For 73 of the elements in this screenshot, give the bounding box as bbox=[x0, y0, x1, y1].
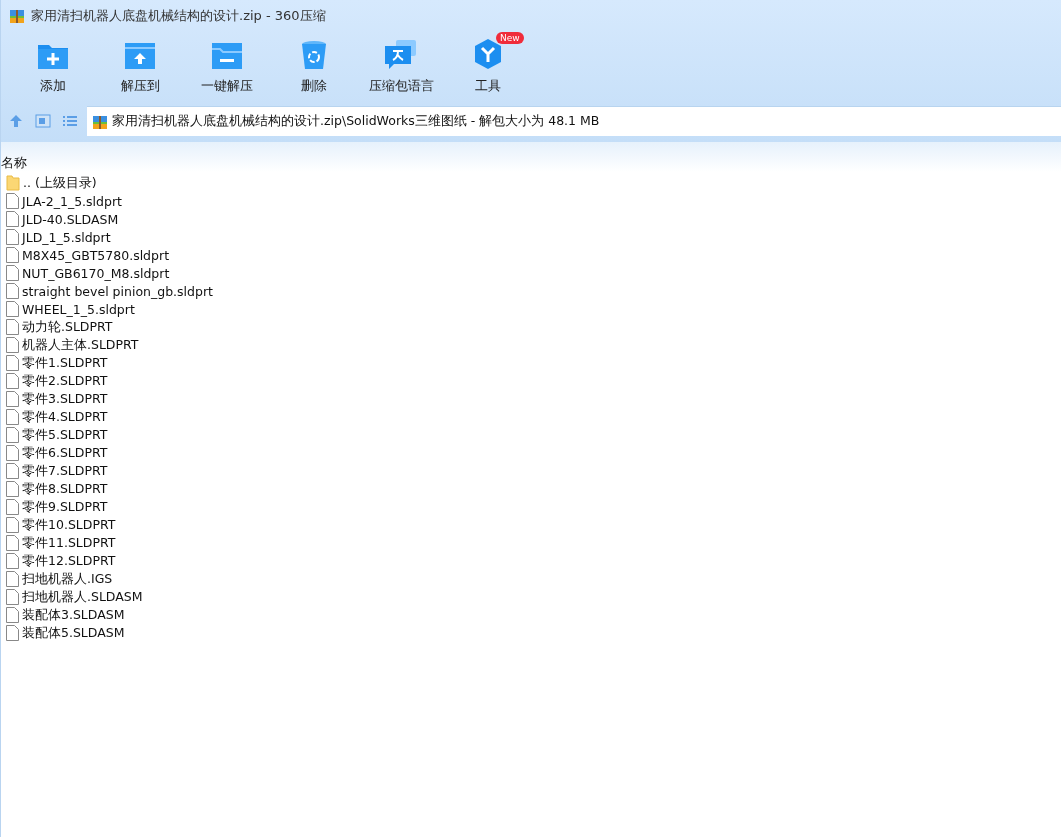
archive-icon bbox=[9, 8, 25, 24]
address-path: 家用清扫机器人底盘机械结构的设计.zip\SolidWorks三维图纸 - 解包大小为 48.1 MB bbox=[112, 113, 600, 130]
file-name[interactable]: 扫地机器人.IGS bbox=[22, 570, 113, 588]
file-icon bbox=[6, 391, 19, 407]
file-icon bbox=[6, 607, 19, 623]
list-view-icon[interactable] bbox=[63, 115, 77, 127]
file-icon bbox=[6, 409, 19, 425]
file-icon bbox=[6, 211, 19, 227]
trash-can-icon bbox=[301, 40, 327, 70]
column-header[interactable]: 名称 bbox=[1, 155, 27, 172]
file-name[interactable]: 零件11.SLDPRT bbox=[22, 534, 116, 552]
file-icon bbox=[6, 589, 19, 605]
file-name[interactable]: .. (上级目录) bbox=[23, 174, 97, 192]
file-icon bbox=[6, 625, 19, 641]
file-icon bbox=[6, 319, 19, 335]
file-name[interactable]: 动力轮.SLDPRT bbox=[22, 318, 113, 336]
file-name[interactable]: 零件5.SLDPRT bbox=[22, 426, 108, 444]
file-name[interactable]: 装配体5.SLDASM bbox=[22, 624, 125, 642]
translate-bubble-icon bbox=[384, 40, 418, 70]
file-name[interactable]: 零件8.SLDPRT bbox=[22, 480, 108, 498]
file-name[interactable]: JLD_1_5.sldprt bbox=[22, 229, 111, 245]
file-name[interactable]: 扫地机器人.SLDASM bbox=[22, 588, 143, 606]
toolbar-button[interactable]: 解压到 bbox=[100, 32, 180, 99]
file-icon bbox=[6, 499, 19, 515]
file-name[interactable]: WHEEL_1_5.sldprt bbox=[22, 301, 135, 317]
file-name[interactable]: 零件6.SLDPRT bbox=[22, 444, 108, 462]
file-icon bbox=[6, 481, 19, 497]
thumbnail-view-icon[interactable] bbox=[35, 114, 51, 128]
file-icon bbox=[6, 571, 19, 587]
file-icon bbox=[6, 463, 19, 479]
new-badge: New bbox=[496, 32, 524, 44]
window-title: 家用清扫机器人底盘机械结构的设计.zip - 360压缩 bbox=[31, 7, 326, 25]
file-name[interactable]: straight bevel pinion_gb.sldprt bbox=[22, 283, 213, 299]
file-name[interactable]: 零件7.SLDPRT bbox=[22, 462, 108, 480]
file-name[interactable]: 零件1.SLDPRT bbox=[22, 354, 108, 372]
file-name[interactable]: 零件4.SLDPRT bbox=[22, 408, 108, 426]
file-name[interactable]: JLD-40.SLDASM bbox=[22, 211, 119, 227]
file-icon bbox=[6, 247, 19, 263]
folder-upload-icon bbox=[124, 42, 156, 70]
toolbar-button[interactable]: 压缩包语言 bbox=[361, 32, 441, 99]
file-name[interactable]: JLA-2_1_5.sldprt bbox=[22, 193, 122, 209]
file-icon bbox=[6, 337, 19, 353]
toolbar-button[interactable]: 一键解压 bbox=[187, 32, 267, 99]
file-icon bbox=[6, 517, 19, 533]
file-icon bbox=[6, 445, 19, 461]
file-name[interactable]: M8X45_GBT5780.sldprt bbox=[22, 247, 170, 263]
folder-plus-icon bbox=[37, 42, 69, 70]
file-icon bbox=[6, 427, 19, 443]
file-name[interactable]: 零件12.SLDPRT bbox=[22, 552, 116, 570]
up-arrow-icon[interactable] bbox=[9, 114, 23, 128]
folder-minus-icon bbox=[211, 42, 243, 70]
file-icon bbox=[6, 535, 19, 551]
file-icon bbox=[6, 193, 19, 209]
file-icon bbox=[6, 229, 19, 245]
file-icon bbox=[6, 553, 19, 569]
file-name[interactable]: 机器人主体.SLDPRT bbox=[22, 336, 139, 354]
file-name[interactable]: 零件9.SLDPRT bbox=[22, 498, 108, 516]
address-bar[interactable]: 家用清扫机器人底盘机械结构的设计.zip\SolidWorks三维图纸 - 解包大小为 48.1 MB bbox=[87, 106, 1061, 136]
file-icon bbox=[6, 301, 19, 317]
toolbar-button[interactable]: 删除 bbox=[274, 32, 354, 99]
file-icon bbox=[6, 265, 19, 281]
file-name[interactable]: 装配体3.SLDASM bbox=[22, 606, 125, 624]
file-name[interactable]: 零件10.SLDPRT bbox=[22, 516, 116, 534]
toolbar-button[interactable]: New 工具 bbox=[448, 32, 528, 99]
file-icon bbox=[6, 283, 19, 299]
file-name[interactable]: 零件3.SLDPRT bbox=[22, 390, 108, 408]
file-icon bbox=[6, 373, 19, 389]
folder-icon bbox=[6, 175, 20, 191]
file-icon bbox=[6, 355, 19, 371]
file-name[interactable]: 零件2.SLDPRT bbox=[22, 372, 108, 390]
archive-icon bbox=[92, 113, 108, 130]
toolbar-button[interactable]: 添加 bbox=[13, 32, 93, 99]
file-name[interactable]: NUT_GB6170_M8.sldprt bbox=[22, 265, 170, 281]
